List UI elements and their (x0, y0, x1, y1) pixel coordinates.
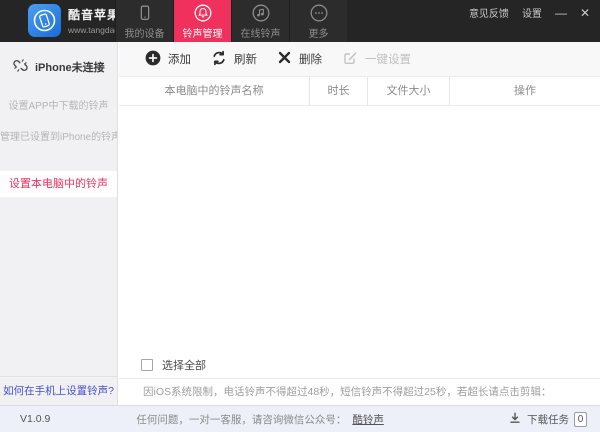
toolbar: 添加 刷新 删除 一键设置 (119, 42, 600, 77)
add-label: 添加 (168, 54, 191, 66)
minimize-button[interactable]: — (555, 7, 567, 19)
close-button[interactable]: ✕ (580, 7, 590, 19)
download-tasks[interactable]: 下载任务 0 (508, 411, 587, 428)
delete-label: 删除 (299, 54, 322, 66)
bell-icon (193, 3, 213, 23)
column-header-name: 本电脑中的铃声名称 (164, 85, 264, 97)
tab-online-ringtone[interactable]: 在线铃声 (231, 0, 289, 42)
delete-icon (277, 50, 292, 68)
broken-link-icon (12, 57, 29, 77)
column-header-actions: 操作 (449, 77, 600, 105)
phone-icon (135, 3, 155, 23)
window-controls: 意见反馈 设置 — ✕ (469, 5, 590, 21)
add-icon (145, 50, 161, 69)
wechat-account-link[interactable]: 酷铃声 (352, 414, 384, 426)
select-all-checkbox[interactable] (141, 359, 153, 371)
refresh-label: 刷新 (234, 54, 257, 66)
titlebar: 酷音苹果助手 www.tangdaoya.com 我的设备 铃声管理 在线铃声 … (0, 0, 600, 42)
oneclick-setup-label: 一键设置 (365, 54, 411, 66)
column-header-filesize: 文件大小 (367, 77, 449, 105)
help-link[interactable]: 如何在手机上设置铃声? (0, 376, 117, 405)
sidebar-item-app-ringtones[interactable]: 设置APP中下载的铃声 (0, 97, 117, 112)
music-icon (251, 3, 271, 23)
tab-label: 在线铃声 (240, 28, 281, 40)
sidebar-item-local-ringtones[interactable]: 设置本电脑中的铃声 (0, 171, 117, 197)
sidebar-item-iphone-ringtones[interactable]: 管理已设置到iPhone的铃声 (0, 128, 117, 143)
main-panel: 添加 刷新 删除 一键设置 本电脑中的铃声名称 时长 文件大小 操作 选择全部 … (119, 42, 600, 405)
tab-ringtone-manage[interactable]: 铃声管理 (173, 0, 231, 42)
tab-label: 我的设备 (124, 28, 165, 40)
statusbar: V1.0.9 任何问题，一对一客服，请咨询微信公众号： 酷铃声 下载任务 0 (0, 405, 600, 432)
edit-phone-icon (342, 50, 358, 69)
ellipsis-icon (309, 3, 329, 23)
app-window: 酷音苹果助手 www.tangdaoya.com 我的设备 铃声管理 在线铃声 … (0, 0, 600, 432)
support-text: 任何问题，一对一客服，请咨询微信公众号： 酷铃声 (136, 412, 384, 427)
tab-label: 更多 (308, 28, 329, 40)
add-button[interactable]: 添加 (145, 50, 191, 69)
connection-status-label: iPhone未连接 (35, 62, 105, 74)
sidebar: iPhone未连接 设置APP中下载的铃声 管理已设置到iPhone的铃声 设置… (0, 42, 118, 405)
main-tabs: 我的设备 铃声管理 在线铃声 更多 (115, 0, 347, 42)
ios-limit-notice: 因iOS系统限制，电话铃声不得超过48秒，短信铃声不得超过25秒，若超长请点击剪… (119, 378, 600, 405)
tab-my-device[interactable]: 我的设备 (115, 0, 173, 42)
select-all-label: 选择全部 (162, 360, 206, 372)
refresh-icon (211, 50, 227, 69)
column-header-duration: 时长 (309, 77, 367, 105)
oneclick-setup-button[interactable]: 一键设置 (342, 50, 411, 69)
delete-button[interactable]: 删除 (277, 50, 322, 68)
download-tasks-label: 下载任务 (527, 413, 569, 426)
refresh-button[interactable]: 刷新 (211, 50, 257, 69)
support-message: 任何问题，一对一客服，请咨询微信公众号： (136, 413, 347, 426)
settings-link[interactable]: 设置 (522, 5, 542, 20)
tab-label: 铃声管理 (182, 28, 223, 40)
download-icon (508, 411, 522, 428)
app-logo-icon (28, 4, 61, 37)
table-header: 本电脑中的铃声名称 时长 文件大小 操作 (119, 77, 600, 106)
tab-more[interactable]: 更多 (289, 0, 347, 42)
select-all-row: 选择全部 (119, 352, 600, 378)
connection-status: iPhone未连接 (0, 42, 117, 77)
table-body-empty (119, 106, 600, 352)
download-count-badge: 0 (574, 411, 587, 427)
version-label: V1.0.9 (20, 413, 51, 425)
feedback-link[interactable]: 意见反馈 (469, 5, 509, 20)
